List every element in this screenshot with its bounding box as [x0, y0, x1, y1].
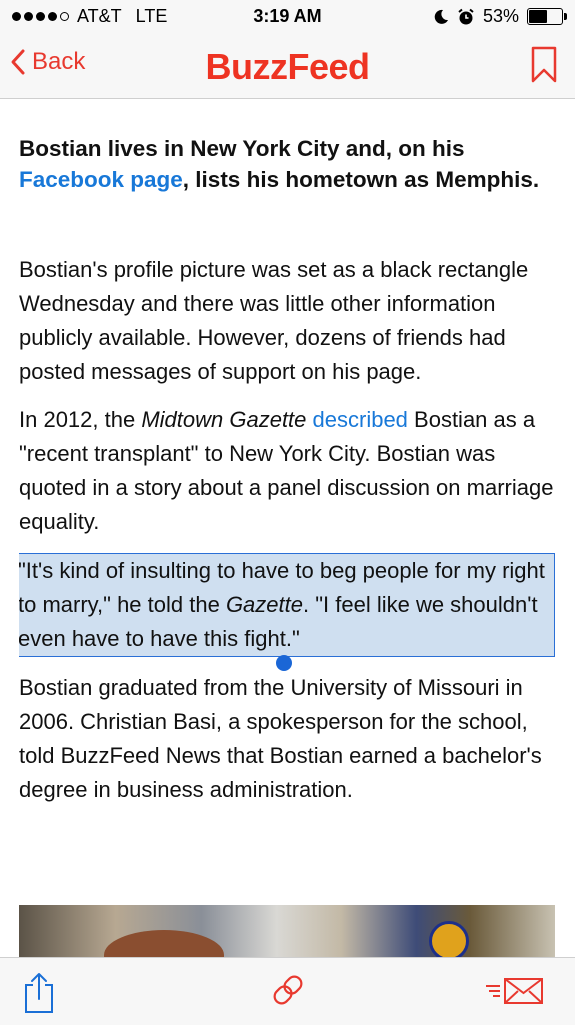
photo-subject	[104, 930, 224, 957]
status-bar: AT&T LTE 3:19 AM 53%	[0, 0, 575, 34]
buzzfeed-logo: BuzzFeed	[205, 46, 370, 87]
selection-handle[interactable]	[276, 655, 292, 671]
article-body: Bostian lives in New York City and, on h…	[19, 99, 555, 957]
link-icon[interactable]	[268, 970, 308, 1010]
photo-badge	[429, 921, 469, 957]
lead-text-before: Bostian lives in New York City and, on h…	[19, 136, 465, 161]
lead-paragraph: Bostian lives in New York City and, on h…	[19, 133, 555, 195]
bottom-toolbar	[0, 957, 575, 1025]
battery-icon	[527, 8, 567, 25]
moon-icon	[434, 9, 448, 24]
status-right: 53%	[433, 6, 567, 27]
bookmark-icon[interactable]	[531, 46, 557, 84]
paragraph-profile: Bostian's profile picture was set as a b…	[19, 257, 529, 384]
midtown-gazette-title: Midtown Gazette	[141, 407, 307, 432]
battery-percent: 53%	[482, 6, 519, 26]
facebook-page-link[interactable]: Facebook page	[19, 167, 183, 192]
gazette-title: Gazette	[225, 592, 303, 617]
nav-bar: Back BuzzFeed	[0, 34, 575, 99]
selected-quote[interactable]: "It's kind of insulting to have to beg p…	[19, 553, 555, 671]
article-photo[interactable]	[19, 905, 555, 957]
share-icon[interactable]	[22, 972, 56, 1014]
email-icon[interactable]	[484, 976, 546, 1006]
quote-paragraph[interactable]: "It's kind of insulting to have to beg p…	[19, 553, 555, 657]
described-link[interactable]: described	[313, 407, 408, 432]
p2-text-a: In 2012, the	[19, 407, 142, 432]
lead-text-after: , lists his hometown as Memphis.	[182, 167, 540, 192]
paragraph-university: Bostian graduated from the University of…	[19, 675, 542, 802]
paragraph-gazette: In 2012, the Midtown Gazette described B…	[19, 403, 555, 539]
alarm-icon	[458, 8, 474, 24]
